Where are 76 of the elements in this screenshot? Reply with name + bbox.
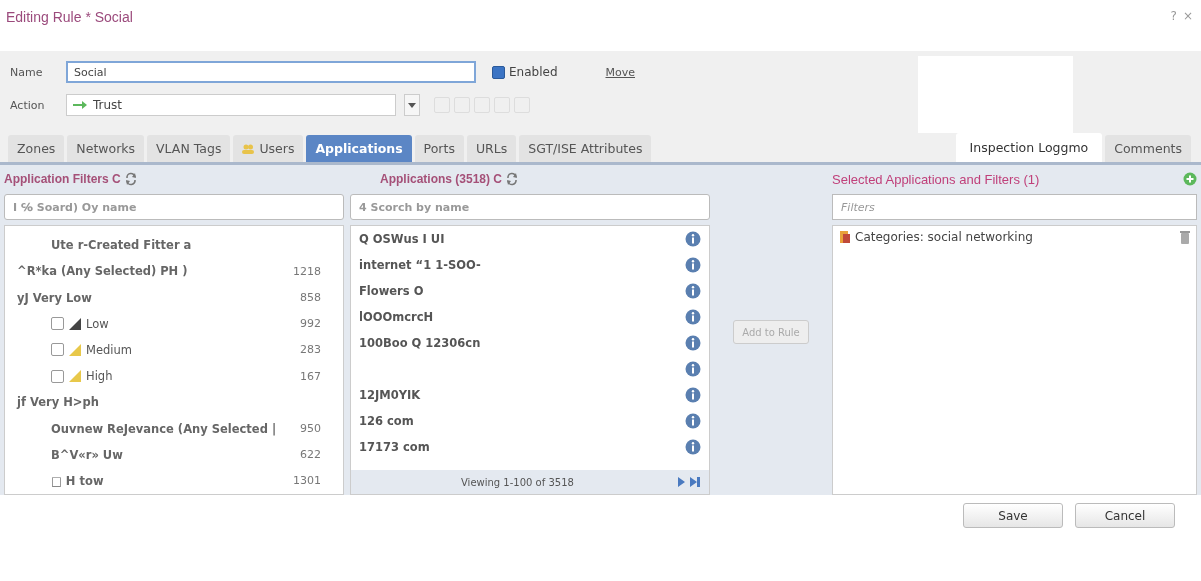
panel-title: Selected Applications and Filters (1) — [832, 171, 1040, 187]
field-label: Action — [10, 98, 46, 112]
info-icon[interactable] — [685, 283, 701, 299]
count-label: 1301 — [293, 474, 321, 488]
filter-label: Ute r-Created Fitter a — [51, 238, 193, 253]
users-icon — [242, 143, 255, 154]
arrow-icon — [73, 101, 87, 109]
dropdown-button[interactable] — [404, 94, 420, 116]
info-icon[interactable] — [685, 231, 701, 247]
tab[interactable]: VLAN Tags — [147, 135, 231, 162]
panel-title: Application Filters C — [4, 172, 121, 186]
checkbox[interactable] — [51, 343, 64, 357]
dialog-button[interactable]: Cancel — [1075, 503, 1175, 528]
tab[interactable]: URLs — [466, 135, 517, 162]
count-label: 167 — [300, 369, 321, 383]
checkbox-label: Enabled — [509, 65, 558, 79]
pagination-icon[interactable] — [677, 476, 701, 488]
tab[interactable]: Networks — [67, 135, 145, 162]
tab[interactable]: Zones — [8, 135, 65, 162]
count-label: 858 — [300, 291, 321, 304]
checkbox[interactable] — [51, 317, 64, 331]
add-icon[interactable] — [1183, 172, 1197, 186]
application-name[interactable]: 126 com — [359, 414, 685, 428]
window-title: Editing Rule * Social — [6, 9, 133, 27]
application-name[interactable]: 100Boo Q 12306cn — [359, 336, 685, 350]
tab[interactable]: Users — [233, 135, 304, 162]
application-name[interactable]: 12JM0YIK — [359, 388, 685, 402]
filter-label: Ouvnew ReJevance (Any Selected | — [51, 421, 278, 436]
dialog-button[interactable]: Save — [963, 503, 1063, 528]
filter-label: High — [86, 369, 114, 384]
count-label: 283 — [300, 343, 321, 357]
tab[interactable]: Applications — [306, 135, 412, 162]
filter-label: Medium — [86, 342, 133, 357]
filter-label: ^R*ka (Any Selected) PH ) — [17, 264, 189, 279]
tab[interactable]: Inspection Loggmo — [955, 133, 1103, 162]
refresh-icon[interactable] — [124, 172, 137, 186]
filter-label: Low — [86, 316, 110, 331]
filter-label: jf Very H>ph — [17, 395, 100, 410]
application-name[interactable]: Q OSWus I UI — [359, 232, 685, 246]
selected-item[interactable]: Categories: social networking — [855, 230, 1176, 244]
count-label: 1218 — [293, 264, 321, 278]
category-icon — [839, 230, 851, 244]
move-link[interactable]: Move — [605, 65, 635, 79]
bars-icon — [68, 342, 82, 357]
trash-icon[interactable] — [1180, 230, 1190, 244]
info-icon[interactable] — [685, 257, 701, 273]
caret-icon — [408, 102, 416, 108]
name-field[interactable]: Social — [66, 61, 476, 83]
tab[interactable]: Ports — [414, 135, 464, 162]
count-label: 622 — [300, 448, 321, 462]
refresh-icon[interactable] — [506, 172, 519, 186]
action-select[interactable]: Trust — [66, 94, 396, 116]
application-name[interactable]: lOOOmcrcH — [359, 310, 685, 324]
info-icon[interactable] — [685, 335, 701, 351]
info-icon[interactable] — [685, 309, 701, 325]
info-icon[interactable] — [685, 387, 701, 403]
info-icon[interactable] — [685, 361, 701, 377]
filter-label: yJ Very Low — [17, 290, 93, 305]
application-name[interactable]: Flowers O — [359, 284, 685, 298]
info-icon[interactable] — [685, 439, 701, 455]
pagination-label: Viewing 1-100 of 3518 — [461, 476, 574, 488]
filter-label: □ H tow — [51, 473, 105, 488]
bars-icon — [68, 316, 82, 331]
count-label: 992 — [300, 317, 321, 331]
application-name[interactable]: internet “1 1-SOO- — [359, 258, 685, 272]
info-icon[interactable] — [685, 413, 701, 429]
filter-label: B^V«r» Uw — [51, 447, 124, 462]
panel-title: Applications (3518) C — [379, 172, 503, 186]
field-label: Name — [10, 65, 44, 79]
enabled-checkbox[interactable] — [492, 65, 505, 79]
checkbox[interactable] — [51, 369, 64, 383]
application-name[interactable]: 17173 com — [359, 440, 685, 454]
tab[interactable]: SGT/ISE Attributes — [519, 135, 652, 162]
count-label: 950 — [300, 422, 321, 435]
bars-icon — [68, 369, 82, 384]
tab[interactable]: Comments — [1105, 135, 1191, 162]
